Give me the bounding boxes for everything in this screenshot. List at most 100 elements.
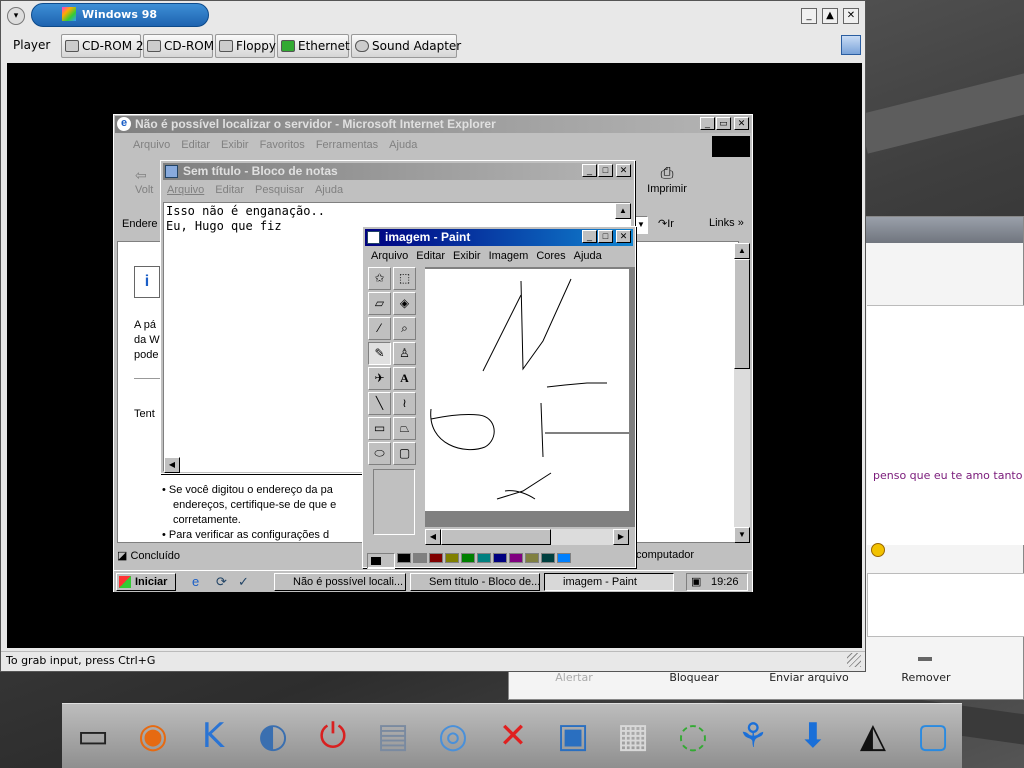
ellipse-icon[interactable]: ⬭: [368, 442, 391, 465]
text-tool-icon[interactable]: A: [393, 367, 416, 390]
menu-item[interactable]: Arquivo: [167, 184, 204, 196]
scroll-up-button[interactable]: ▲: [615, 203, 631, 219]
menu-item[interactable]: Ajuda: [315, 184, 343, 196]
menu-item[interactable]: Editar: [416, 250, 445, 262]
restore-button[interactable]: ▭: [716, 117, 731, 130]
chat-input[interactable]: [867, 573, 1024, 637]
remove-button[interactable]: Remover: [891, 671, 961, 684]
menu-item[interactable]: Editar: [215, 184, 244, 196]
ie-scrollbar[interactable]: ▲ ▼: [734, 243, 750, 543]
kde-icon[interactable]: K: [188, 712, 238, 762]
palette-swatch[interactable]: [445, 553, 459, 563]
cdrom-device-button[interactable]: CD-ROM: [143, 34, 214, 58]
fullscreen-icon[interactable]: [841, 35, 861, 55]
calculator-icon[interactable]: ▦: [608, 712, 658, 762]
shutdown-icon[interactable]: ⏻: [308, 712, 358, 762]
palette-swatch[interactable]: [541, 553, 555, 563]
task-paint[interactable]: imagem - Paint: [544, 573, 674, 591]
network-monitor-icon[interactable]: ▣: [548, 712, 598, 762]
task-ie[interactable]: Não é possível locali...: [274, 573, 406, 591]
block-button[interactable]: Bloquear: [659, 671, 729, 684]
menu-item[interactable]: Editar: [181, 139, 210, 151]
scroll-down-button[interactable]: ▼: [734, 527, 750, 543]
player-menu[interactable]: Player: [13, 38, 50, 52]
menu-item[interactable]: Exibir: [453, 250, 481, 262]
scroll-left-button[interactable]: ◀: [164, 457, 180, 473]
smiley-icon[interactable]: [871, 543, 885, 557]
minimize-button[interactable]: _: [801, 8, 817, 24]
palette-swatch[interactable]: [429, 553, 443, 563]
close-button[interactable]: ✕: [734, 117, 749, 130]
tux-icon[interactable]: ◭: [848, 712, 898, 762]
tray-icon[interactable]: ▣: [691, 575, 701, 588]
task-notepad[interactable]: Sem título - Bloco de...: [410, 573, 540, 591]
ie-quicklaunch-icon[interactable]: e: [192, 574, 199, 589]
menu-item[interactable]: Favoritos: [260, 139, 305, 151]
eraser-icon[interactable]: ▱: [368, 292, 391, 315]
palette-swatch[interactable]: [413, 553, 427, 563]
close-button[interactable]: ✕: [843, 8, 859, 24]
scroll-up-button[interactable]: ▲: [734, 243, 750, 259]
line-icon[interactable]: ╲: [368, 392, 391, 415]
minimize-button[interactable]: _: [582, 230, 597, 243]
download-icon[interactable]: ⬇: [788, 712, 838, 762]
runner-icon[interactable]: ⚘: [728, 712, 778, 762]
eyedropper-icon[interactable]: ⁄: [368, 317, 391, 340]
drawing-canvas[interactable]: [425, 269, 629, 511]
rect-select-icon[interactable]: ⬚: [393, 267, 416, 290]
close-button[interactable]: ✕: [616, 164, 631, 177]
wolf-icon[interactable]: ◐: [248, 712, 298, 762]
palette-swatch[interactable]: [461, 553, 475, 563]
menu-item[interactable]: Cores: [536, 250, 565, 262]
clock[interactable]: 19:26: [711, 576, 739, 588]
x-icon[interactable]: ✕: [488, 712, 538, 762]
magnifier-icon[interactable]: ⌕: [393, 317, 416, 340]
menu-item[interactable]: Exibir: [221, 139, 249, 151]
rectangle-icon[interactable]: ▭: [368, 417, 391, 440]
wireless-icon[interactable]: ◌: [668, 712, 718, 762]
print-button[interactable]: ⎙ Imprimir: [642, 165, 692, 195]
palette-swatch[interactable]: [509, 553, 523, 563]
palette-swatch[interactable]: [557, 553, 571, 563]
send-file-button[interactable]: Enviar arquivo: [764, 671, 854, 684]
player-title-tab[interactable]: Windows 98: [31, 3, 209, 27]
polygon-icon[interactable]: ⏢: [393, 417, 416, 440]
disc-icon[interactable]: ◎: [428, 712, 478, 762]
firefox-icon[interactable]: ◉: [128, 712, 178, 762]
menu-item[interactable]: Ajuda: [389, 139, 417, 151]
resize-grip[interactable]: [847, 653, 861, 667]
menu-item[interactable]: Pesquisar: [255, 184, 304, 196]
minimize-button[interactable]: _: [582, 164, 597, 177]
pencil-icon[interactable]: ✎: [368, 342, 391, 365]
ethernet-device-button[interactable]: Ethernet: [277, 34, 350, 58]
floppy-device-button[interactable]: Floppy: [215, 34, 276, 58]
sound-device-button[interactable]: Sound Adapter: [351, 34, 461, 58]
airbrush-icon[interactable]: ✈: [368, 367, 391, 390]
curve-icon[interactable]: ≀: [393, 392, 416, 415]
scroll-thumb[interactable]: [734, 259, 750, 369]
maximize-button[interactable]: ▲: [822, 8, 838, 24]
fill-bucket-icon[interactable]: ◈: [393, 292, 416, 315]
palette-swatch[interactable]: [477, 553, 491, 563]
links-button[interactable]: Links »: [709, 217, 744, 229]
window-menu-button[interactable]: ▾: [7, 7, 25, 25]
minimize-button[interactable]: _: [700, 117, 715, 130]
ie-titlebar[interactable]: Não é possível localizar o servidor - Mi…: [115, 116, 751, 133]
menu-item[interactable]: Imagem: [489, 250, 529, 262]
notepad-titlebar[interactable]: Sem título - Bloco de notas: [163, 163, 633, 180]
close-button[interactable]: ✕: [616, 230, 631, 243]
menu-item[interactable]: Ajuda: [574, 250, 602, 262]
free-select-icon[interactable]: ✩: [368, 267, 391, 290]
address-dropdown[interactable]: ▼: [634, 216, 648, 234]
current-colors[interactable]: [367, 553, 395, 569]
menu-item[interactable]: Arquivo: [371, 250, 408, 262]
cdrom2-device-button[interactable]: CD-ROM 2: [61, 34, 144, 58]
paint-window[interactable]: imagem - Paint _ □ ✕ Arquivo Editar Exibir…: [362, 226, 636, 569]
drive-icon[interactable]: ▤: [368, 712, 418, 762]
menu-item[interactable]: Ferramentas: [316, 139, 378, 151]
palette-swatch[interactable]: [525, 553, 539, 563]
desktop-quicklaunch-icon[interactable]: ⟳: [216, 574, 227, 590]
channels-quicklaunch-icon[interactable]: ✓: [238, 574, 249, 590]
go-button[interactable]: ↷Ir: [658, 217, 674, 230]
brush-icon[interactable]: ♙: [393, 342, 416, 365]
